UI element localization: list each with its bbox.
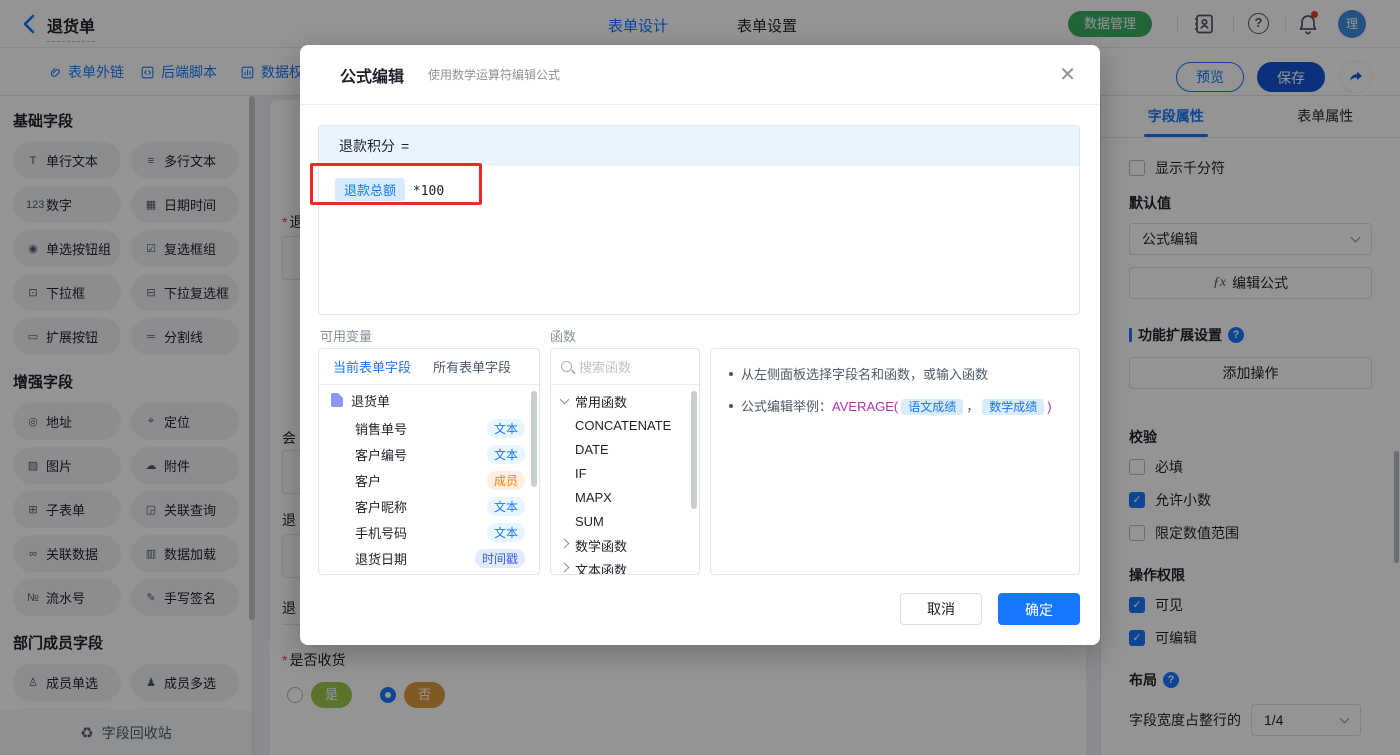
variable-row[interactable]: 客户编号 文本 bbox=[319, 441, 539, 467]
bullet-dot bbox=[729, 403, 733, 408]
functions-label: 函数 bbox=[550, 329, 577, 344]
example-chip: 数学成绩 bbox=[982, 398, 1045, 415]
tab-all-form-fields[interactable]: 所有表单字段 bbox=[433, 357, 511, 376]
function-item[interactable]: CONCATENATE bbox=[551, 413, 699, 437]
modal-title: 公式编辑 bbox=[340, 68, 405, 86]
variable-name: 客户 bbox=[355, 473, 382, 489]
function-group-math[interactable]: 数学函数 bbox=[551, 533, 699, 557]
tree-root-row[interactable]: 退货单 bbox=[319, 385, 539, 415]
variable-name: 手机号码 bbox=[355, 525, 408, 541]
function-name: CONCATENATE bbox=[575, 417, 672, 433]
function-item[interactable]: DATE bbox=[551, 437, 699, 461]
function-item[interactable]: MAPX bbox=[551, 485, 699, 509]
tab-current-form-fields[interactable]: 当前表单字段 bbox=[333, 357, 411, 376]
search-icon bbox=[561, 361, 572, 372]
function-search-row[interactable]: 搜索函数 bbox=[551, 349, 699, 385]
function-name: SUM bbox=[575, 513, 604, 529]
variables-tabs: 当前表单字段 所有表单字段 bbox=[319, 349, 539, 385]
variables-label: 可用变量 bbox=[320, 329, 373, 344]
function-group-label: 常用函数 bbox=[575, 394, 628, 410]
function-name: MAPX bbox=[575, 489, 612, 505]
function-group-text[interactable]: 文本函数 bbox=[551, 557, 699, 575]
formula-expression: *100 bbox=[412, 184, 445, 199]
variables-list: 销售单号 文本 客户编号 文本 客户 成员 客户昵称 文本 手机号码 文本 退货… bbox=[319, 415, 539, 571]
modal-header: 公式编辑 使用数学运算符编辑公式 ✕ bbox=[300, 45, 1100, 105]
functions-panel: 搜索函数 常用函数 CONCATENATE DATE IF MAPX SUM 数… bbox=[550, 348, 700, 575]
function-list: CONCATENATE DATE IF MAPX SUM bbox=[551, 413, 699, 533]
variable-row[interactable]: 手机号码 文本 bbox=[319, 519, 539, 545]
variable-type-tag: 文本 bbox=[486, 418, 525, 438]
search-input[interactable]: 搜索函数 bbox=[579, 357, 631, 376]
formula-editor: 退款积分 = 退款总额 *100 bbox=[318, 125, 1080, 315]
variable-chip[interactable]: 退款总额 bbox=[335, 178, 406, 201]
variables-scrollbar[interactable] bbox=[531, 391, 537, 487]
function-item[interactable]: IF bbox=[551, 461, 699, 485]
tip-line-1: 从左侧面板选择字段名和函数，或输入函数 bbox=[729, 365, 1061, 385]
variable-name: 退货日期 bbox=[355, 551, 408, 567]
variable-type-tag: 文本 bbox=[486, 444, 525, 464]
modal-subtitle: 使用数学运算符编辑公式 bbox=[428, 68, 561, 82]
function-name: IF bbox=[575, 465, 587, 481]
confirm-button[interactable]: 确定 bbox=[998, 593, 1080, 625]
tree-root-label: 退货单 bbox=[351, 393, 391, 409]
variable-type-tag: 文本 bbox=[486, 496, 525, 516]
form-doc-icon bbox=[331, 393, 343, 407]
formula-edit-modal: 公式编辑 使用数学运算符编辑公式 ✕ 退款积分 = 退款总额 *100 可用变量… bbox=[300, 45, 1100, 645]
equals-sign: = bbox=[401, 138, 410, 154]
function-group-common[interactable]: 常用函数 bbox=[551, 389, 699, 413]
variable-name: 销售单号 bbox=[355, 421, 408, 437]
chevron-right-icon bbox=[559, 562, 570, 573]
variable-row[interactable]: 客户昵称 文本 bbox=[319, 493, 539, 519]
bullet-dot bbox=[729, 372, 733, 376]
variable-name: 客户昵称 bbox=[355, 499, 408, 515]
variable-type-tag: 成员 bbox=[486, 470, 525, 490]
variable-type-tag: 文本 bbox=[486, 522, 525, 542]
chevron-down-icon bbox=[559, 394, 570, 405]
function-group-label: 数学函数 bbox=[575, 538, 628, 554]
variable-row[interactable]: 退货日期 时间戳 bbox=[319, 545, 539, 571]
chevron-right-icon bbox=[559, 538, 570, 549]
function-item[interactable]: SUM bbox=[551, 509, 699, 533]
formula-input-area[interactable]: 退款总额 *100 bbox=[319, 166, 1079, 213]
formula-target-field: 退款积分 bbox=[339, 138, 395, 154]
variable-type-tag: 时间戳 bbox=[474, 548, 525, 568]
formula-target: 退款积分 = bbox=[319, 126, 1079, 166]
variable-row[interactable]: 客户 成员 bbox=[319, 467, 539, 493]
function-name: DATE bbox=[575, 441, 609, 457]
tips-panel: 从左侧面板选择字段名和函数，或输入函数 公式编辑举例：AVERAGE(语文成绩，… bbox=[710, 348, 1080, 575]
example-function: AVERAGE( bbox=[832, 398, 899, 414]
example-chip: 语文成绩 bbox=[901, 398, 964, 415]
variable-name: 客户编号 bbox=[355, 447, 408, 463]
cancel-button[interactable]: 取消 bbox=[900, 593, 982, 625]
tip-line-2: 公式编辑举例：AVERAGE(语文成绩，数学成绩) bbox=[729, 397, 1061, 417]
modal-footer: 取消 确定 bbox=[900, 593, 1080, 625]
variable-row[interactable]: 销售单号 文本 bbox=[319, 415, 539, 441]
variables-panel: 当前表单字段 所有表单字段 退货单 销售单号 文本 客户编号 文本 客户 成员 … bbox=[318, 348, 540, 575]
function-group-label: 文本函数 bbox=[575, 562, 628, 575]
functions-scrollbar[interactable] bbox=[691, 391, 697, 509]
close-icon[interactable]: ✕ bbox=[1059, 65, 1076, 85]
